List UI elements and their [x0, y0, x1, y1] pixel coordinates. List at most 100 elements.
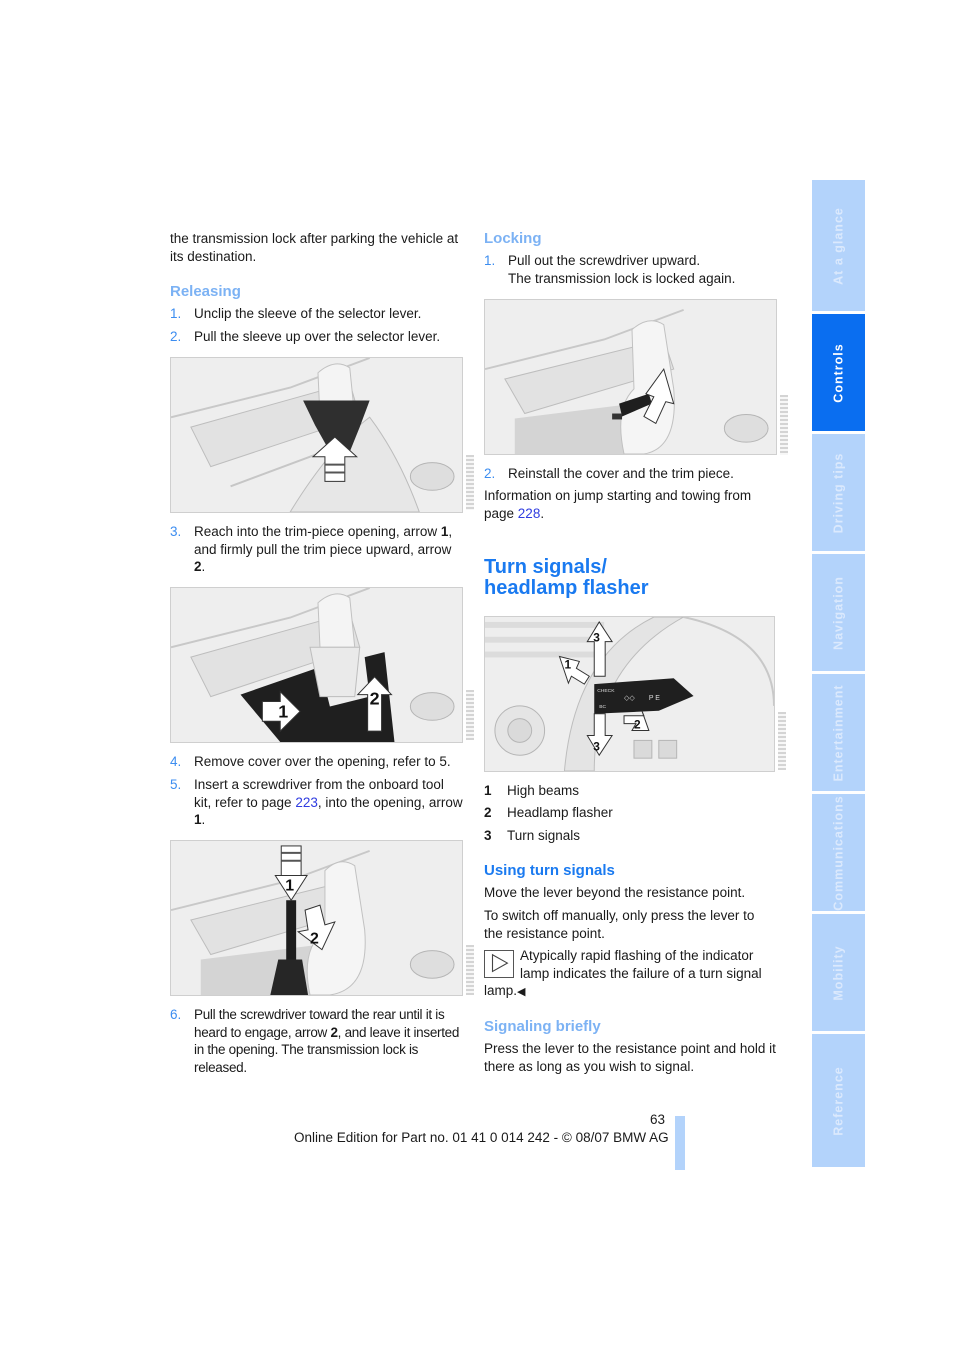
signaling-briefly-heading: Signaling briefly — [484, 1018, 601, 1035]
legend-number: 3 — [484, 828, 492, 843]
step-number: 3. — [170, 524, 182, 539]
step-number: 4. — [170, 754, 182, 769]
step-subtext: The transmission lock is locked again. — [508, 271, 736, 286]
sleeve-pull-up-illustration — [170, 357, 463, 513]
using-turn-signals-heading: Using turn signals — [484, 862, 615, 879]
step-text: Reach into the trim-piece opening, arrow… — [194, 523, 464, 576]
legend-label: Headlamp flasher — [507, 805, 613, 820]
release-step-3: 3. Reach into the trim-piece opening, ar… — [170, 523, 465, 577]
note-icon — [484, 950, 514, 978]
intro-paragraph: the transmission lock after parking the … — [170, 231, 459, 264]
step-text: Pull out the screwdriver upward. — [508, 253, 701, 268]
using-paragraph-1: Move the lever beyond the resistance poi… — [484, 885, 746, 900]
signaling-paragraph: Press the lever to the resistance point … — [484, 1041, 776, 1074]
step-text: Insert a screwdriver from the onboard to… — [194, 776, 464, 829]
tab-communications[interactable]: Communications — [812, 794, 865, 911]
tab-entertainment[interactable]: Entertainment — [812, 674, 865, 791]
screwdriver-pull-out-illustration — [484, 299, 777, 455]
arrow-ref: 1 — [194, 812, 202, 827]
step-number: 1. — [170, 306, 182, 321]
tab-label: Reference — [830, 1065, 845, 1136]
end-mark-icon: ◀ — [517, 986, 526, 998]
text-part: . — [201, 559, 206, 574]
step-text: Pull the sleeve up over the selector lev… — [194, 329, 441, 344]
note-line-3: lamp.◀ — [484, 982, 525, 1002]
tab-at-a-glance[interactable]: At a glance — [812, 180, 865, 311]
lock-step-1: 1. Pull out the screwdriver upward. The … — [484, 252, 779, 288]
step-text: Pull the screwdriver toward the rear unt… — [194, 1006, 464, 1076]
figure-code — [466, 690, 474, 740]
note-line-2: lamp indicates the failure of a turn sig… — [520, 966, 762, 981]
arrow-label: 1 — [278, 701, 288, 721]
release-step-4: 4. Remove cover over the opening, refer … — [170, 753, 465, 771]
figure-code — [780, 395, 788, 455]
page-link[interactable]: 223 — [295, 795, 318, 810]
arrow-ref: 2 — [330, 1024, 338, 1040]
tab-label: Driving tips — [830, 452, 845, 533]
release-step-5: 5. Insert a screwdriver from the onboard… — [170, 776, 465, 830]
step-text: Remove cover over the opening, refer to … — [194, 754, 451, 769]
tab-controls[interactable]: Controls — [812, 314, 865, 431]
tab-reference[interactable]: Reference — [812, 1034, 865, 1167]
figure-code — [466, 945, 474, 995]
figure-code — [778, 712, 786, 770]
arrow-label: 2 — [634, 718, 641, 732]
arrow-label: 1 — [285, 877, 294, 894]
lever-text: CHECK — [597, 688, 615, 694]
legend-label: Turn signals — [507, 828, 581, 843]
section-title: Turn signals/ headlamp flasher — [484, 557, 649, 599]
figure-code — [466, 455, 474, 510]
trim-piece-illustration: 1 2 — [170, 587, 463, 743]
arrow-label: 3 — [593, 739, 600, 753]
step-number: 5. — [170, 777, 182, 792]
step-number: 2. — [484, 466, 496, 481]
step-text: Unclip the sleeve of the selector lever. — [194, 306, 422, 321]
release-step-2: 2. Pull the sleeve up over the selector … — [170, 328, 465, 346]
step-number: 6. — [170, 1007, 182, 1022]
arrow-label: 2 — [310, 931, 319, 948]
legend-label: High beams — [507, 783, 580, 798]
release-step-1: 1. Unclip the sleeve of the selector lev… — [170, 305, 465, 323]
legend-number: 1 — [484, 783, 492, 798]
releasing-heading: Releasing — [170, 283, 241, 300]
page-number: 63 — [650, 1112, 666, 1127]
text-part: , into the opening, arrow — [317, 794, 463, 810]
arrow-ref: 2 — [194, 559, 202, 574]
tab-label: Mobility — [830, 944, 845, 1001]
note-line-1: Atypically rapid flashing of the indicat… — [520, 948, 754, 963]
legend-number: 2 — [484, 805, 492, 820]
arrow-label: 2 — [370, 689, 380, 709]
tab-label: Entertainment — [830, 683, 845, 782]
step-number: 2. — [170, 329, 182, 344]
using-paragraph-2: To switch off manually, only press the l… — [484, 908, 755, 941]
lever-text: BC — [599, 704, 606, 710]
tab-navigation[interactable]: Navigation — [812, 554, 865, 671]
turn-signal-lever-illustration: CHECK BC ◇◇ P E 1 3 3 2 — [484, 616, 775, 772]
arrow-label: 1 — [564, 657, 571, 671]
info-paragraph: Information on jump starting and towing … — [484, 487, 774, 522]
text-part: . — [201, 812, 206, 827]
edition-note: Online Edition for Part no. 01 41 0 014 … — [294, 1130, 669, 1145]
lock-step-2: 2. Reinstall the cover and the trim piec… — [484, 465, 779, 483]
step-number: 1. — [484, 253, 496, 268]
lever-text: ◇◇ — [624, 695, 635, 702]
title-line: Turn signals/ — [484, 556, 607, 578]
text-part: lamp. — [484, 983, 518, 998]
page-marker-bar — [675, 1116, 685, 1170]
locking-heading: Locking — [484, 230, 542, 247]
lever-text: P E — [649, 695, 660, 702]
tab-mobility[interactable]: Mobility — [812, 914, 865, 1031]
text-part: Reach into the trim-piece opening, arrow — [194, 524, 441, 539]
title-line: headlamp flasher — [484, 577, 649, 599]
tab-driving-tips[interactable]: Driving tips — [812, 434, 865, 551]
text-part: . — [540, 505, 545, 521]
arrow-label: 3 — [593, 631, 600, 645]
tab-label: Navigation — [830, 575, 845, 650]
tab-label: At a glance — [830, 206, 845, 285]
tab-label: Communications — [830, 794, 845, 911]
screwdriver-insert-illustration: 1 2 — [170, 840, 463, 996]
page-link[interactable]: 228 — [518, 506, 541, 521]
tab-label: Controls — [830, 342, 845, 403]
step-text: Reinstall the cover and the trim piece. — [508, 466, 734, 481]
release-step-6: 6. Pull the screwdriver toward the rear … — [170, 1006, 465, 1078]
